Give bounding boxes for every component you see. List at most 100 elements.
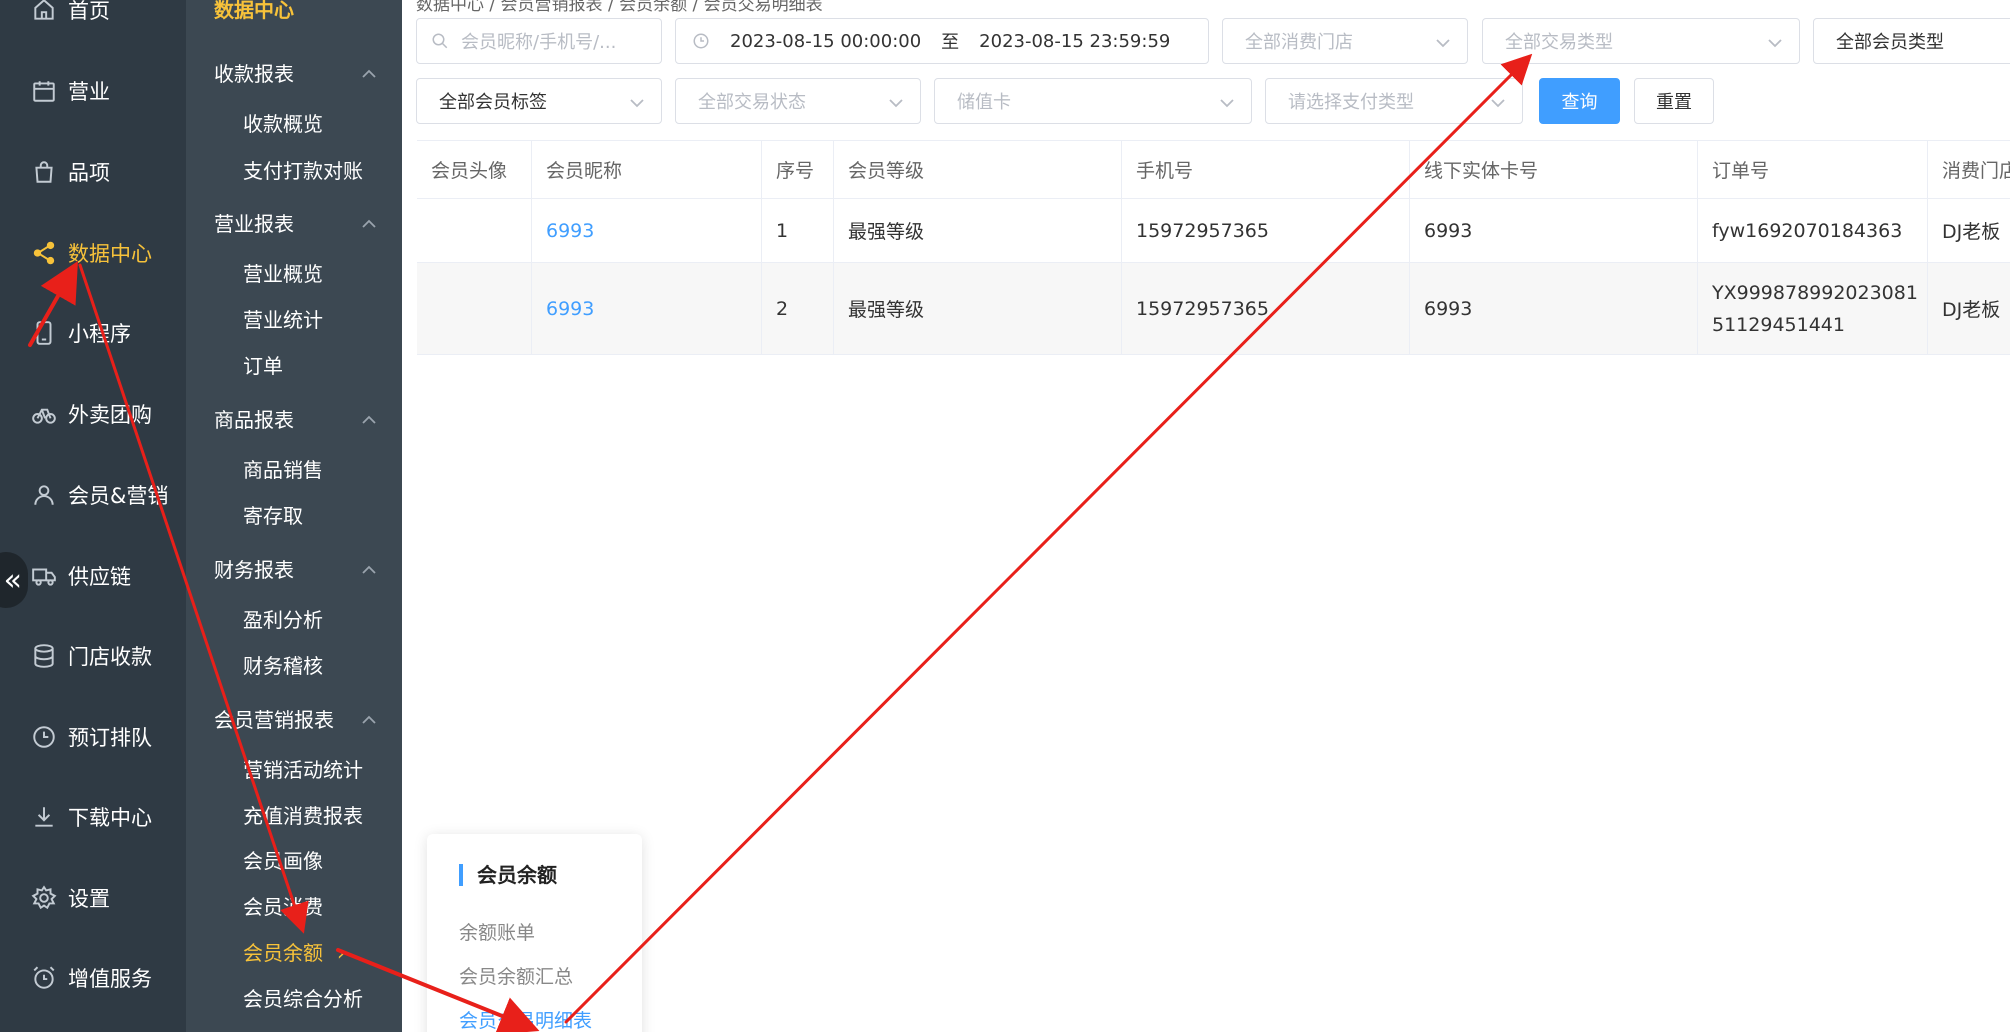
column-header[interactable]: 会员等级 [834, 141, 1122, 198]
secondary-nav-menu: 数据中心 收款报表 收款概览 支付打款对账 营业报表 营业概览 营业统计 订单 … [186, 0, 402, 1032]
avatar-cell [417, 199, 532, 262]
rail-item-home[interactable]: 首页 [0, 0, 186, 40]
rail-item-settings[interactable]: 设置 [0, 868, 186, 928]
submenu-item[interactable]: 营业统计 [243, 304, 323, 333]
submenu-item-member-balance[interactable]: 会员余额 › [243, 937, 345, 966]
submenu-item-label: 会员余额 [243, 941, 323, 965]
column-header[interactable]: 订单号 [1698, 141, 1928, 198]
submenu-title: 数据中心 [214, 0, 294, 22]
member-tag-select[interactable]: 全部会员标签 [416, 78, 662, 124]
chevron-down-icon [1435, 33, 1451, 49]
submenu-group-finance-reports[interactable]: 财务报表 [214, 554, 294, 583]
date-separator: 至 [941, 32, 960, 53]
table-row[interactable]: 6993 2 最强等级 15972957365 6993 YX999878992… [417, 263, 2010, 355]
transactions-table: 会员头像 会员昵称 序号 会员等级 手机号 线下实体卡号 订单号 消费门店 69… [417, 140, 2010, 355]
store-select[interactable]: 全部消费门店 [1222, 18, 1468, 64]
nickname-link[interactable]: 6993 [532, 263, 762, 354]
trade-status-placeholder: 全部交易状态 [698, 92, 806, 113]
column-header[interactable]: 序号 [762, 141, 834, 198]
chevron-up-icon [362, 410, 376, 424]
submenu-item[interactable]: 会员画像 [243, 845, 323, 874]
chevron-up-icon [362, 64, 376, 78]
chevron-down-icon [888, 93, 904, 109]
chevron-down-icon [1767, 33, 1783, 49]
submenu-item[interactable]: 会员综合分析 [243, 983, 363, 1012]
card-cell: 6993 [1410, 199, 1698, 262]
main-content: 数据中心 / 会员营销报表 / 会员余额 / 会员交易明细表 会员昵称/手机号/… [402, 0, 2010, 1032]
rail-item-label: 小程序 [68, 322, 131, 346]
index-cell: 1 [762, 199, 834, 262]
trade-status-select[interactable]: 全部交易状态 [675, 78, 921, 124]
flyout-item-transaction-detail[interactable]: 会员交易明细表 [459, 1006, 592, 1032]
chevron-up-icon [362, 214, 376, 228]
chevron-down-icon [629, 93, 645, 109]
rail-item-label: 首页 [68, 0, 110, 23]
submenu-item[interactable]: 营业概览 [243, 258, 323, 287]
trade-type-select[interactable]: 全部交易类型 [1482, 18, 1800, 64]
member-balance-flyout: 会员余额 余额账单 会员余额汇总 会员交易明细表 [427, 834, 642, 1032]
rail-item-label: 数据中心 [68, 242, 152, 266]
flyout-item-balance-summary[interactable]: 会员余额汇总 [459, 962, 573, 989]
rail-item-value-added[interactable]: 增值服务 [0, 948, 186, 1008]
submenu-item[interactable]: 寄存取 [243, 500, 303, 529]
table-row[interactable]: 6993 1 最强等级 15972957365 6993 fyw16920701… [417, 199, 2010, 263]
column-header[interactable]: 消费门店 [1928, 141, 2010, 198]
rail-item-mini-program[interactable]: 小程序 [0, 303, 186, 363]
column-header[interactable]: 手机号 [1122, 141, 1410, 198]
rail-item-store-payment[interactable]: 门店收款 [0, 626, 186, 686]
submenu-item[interactable]: 支付打款对账 [243, 155, 363, 184]
member-type-select[interactable]: 全部会员类型 [1813, 18, 2010, 64]
home-icon [30, 0, 58, 24]
date-range-picker[interactable]: 2023-08-15 00:00:00 至 2023-08-15 23:59:5… [675, 18, 1209, 64]
submenu-group-product-reports[interactable]: 商品报表 [214, 404, 294, 433]
bicycle-icon [30, 400, 58, 428]
query-button[interactable]: 查询 [1539, 78, 1620, 124]
rail-item-business[interactable]: 营业 [0, 61, 186, 121]
trade-type-placeholder: 全部交易类型 [1505, 32, 1613, 53]
submenu-item[interactable]: 订单 [243, 350, 283, 379]
flyout-item-balance-bill[interactable]: 余额账单 [459, 918, 535, 945]
flyout-title: 会员余额 [459, 864, 557, 886]
column-header[interactable]: 会员头像 [417, 141, 532, 198]
submenu-item[interactable]: 营销活动统计 [243, 754, 363, 783]
rail-item-download-center[interactable]: 下载中心 [0, 787, 186, 847]
search-input[interactable]: 会员昵称/手机号/... [416, 18, 662, 64]
submenu-item[interactable]: 会员消费 [243, 891, 323, 920]
pay-type-select[interactable]: 请选择支付类型 [1265, 78, 1523, 124]
gear-icon [30, 884, 58, 912]
rail-item-reservation[interactable]: 预订排队 [0, 707, 186, 767]
submenu-item[interactable]: 收款概览 [243, 108, 323, 137]
column-header[interactable]: 会员昵称 [532, 141, 762, 198]
database-icon [30, 642, 58, 670]
submenu-item[interactable]: 财务稽核 [243, 650, 323, 679]
search-placeholder: 会员昵称/手机号/... [461, 32, 617, 53]
rail-item-data-center[interactable]: 数据中心 [0, 223, 186, 283]
submenu-group-business-reports[interactable]: 营业报表 [214, 208, 294, 237]
submenu-item[interactable]: 商品销售 [243, 454, 323, 483]
rail-item-label: 下载中心 [68, 806, 152, 830]
rail-item-delivery[interactable]: 外卖团购 [0, 384, 186, 444]
breadcrumb: 数据中心 / 会员营销报表 / 会员余额 / 会员交易明细表 [416, 0, 823, 15]
truck-icon [30, 562, 58, 590]
level-cell: 最强等级 [834, 199, 1122, 262]
submenu-item[interactable]: 盈利分析 [243, 604, 323, 633]
rail-item-label: 供应链 [68, 565, 131, 589]
member-type-value: 全部会员类型 [1836, 32, 1944, 53]
avatar-cell [417, 263, 532, 354]
index-cell: 2 [762, 263, 834, 354]
rail-item-member-marketing[interactable]: 会员&营销 [0, 465, 186, 525]
primary-nav-rail: 首页 营业 品项 数据中心 小程序 外卖团购 会员&营销 供应链 门店收款 预订… [0, 0, 186, 1032]
card-placeholder: 储值卡 [957, 92, 1011, 113]
chevron-up-icon [362, 710, 376, 724]
submenu-group-member-marketing-reports[interactable]: 会员营销报表 [214, 704, 334, 733]
rail-item-label: 会员&营销 [68, 484, 169, 508]
submenu-item[interactable]: 充值消费报表 [243, 800, 363, 829]
rail-item-label: 门店收款 [68, 645, 152, 669]
rail-item-products[interactable]: 品项 [0, 142, 186, 202]
column-header[interactable]: 线下实体卡号 [1410, 141, 1698, 198]
store-placeholder: 全部消费门店 [1245, 32, 1353, 53]
stored-value-card-select[interactable]: 储值卡 [934, 78, 1252, 124]
submenu-group-payment-reports[interactable]: 收款报表 [214, 58, 294, 87]
nickname-link[interactable]: 6993 [532, 199, 762, 262]
reset-button[interactable]: 重置 [1634, 78, 1714, 124]
